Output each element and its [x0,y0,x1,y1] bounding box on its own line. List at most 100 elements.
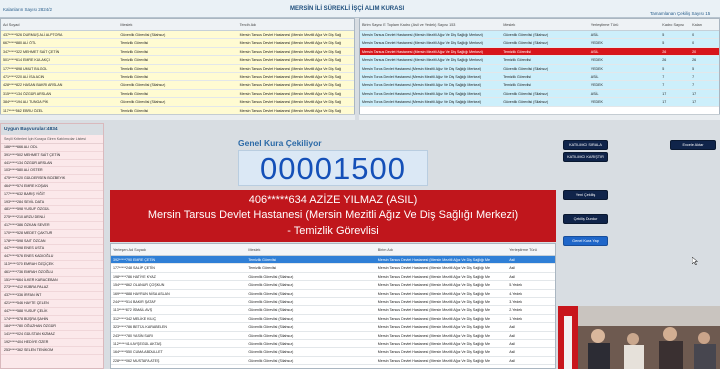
general-draw-button[interactable]: Genel Kura Yap [563,236,608,246]
placement-row[interactable]: 154*****862 OLANUR ÇOŞKUN Güvenlik Görevl… [111,281,555,290]
list-item[interactable]: 177*****632 BARIŞ YİĞİT [1,191,103,199]
unit-row[interactable]: Mersin Tarsus Devlet Hastanesi (Mersin M… [360,47,719,57]
table-cell: Güvenlik Görevlisi (Silahsız) [503,91,549,96]
table-cell: ASİL [590,74,599,79]
unit-row[interactable]: Mersin Tarsus Devlet Hastanesi (Mersin M… [360,56,719,65]
unit-row[interactable]: Mersin Tarsus Devlet Hastanesi (Mersin M… [360,39,719,48]
table-cell: 17 [692,100,697,105]
table-cell: ASİL [590,91,599,96]
list-item[interactable]: 273*****412 KÜBRA PALAZ [1,284,103,293]
eligible-list-subtitle: Seçili Kriterleri İçin Kuraya Giren Katı… [1,135,103,144]
applicant-row[interactable]: 384*****194 ALI TUNGA PİK Güvenlik Görevl… [1,98,354,107]
table-cell: Temizlik Görevlisi [120,58,149,63]
list-item[interactable]: 475*****120 GÜLDERSEN BOZBEYIK [1,175,103,183]
new-draw-button[interactable]: Yeni Çekiliş [563,190,608,200]
table-cell: 26 [662,58,667,63]
list-item[interactable]: 447*****098 ENES USTA [1,245,103,254]
table-cell: Temizlik Görevlisi [248,258,277,262]
camera-overlay-image [558,306,720,369]
applicant-row[interactable]: 437*****526 DURMUŞ ALİ ALPTORA Güvenlik G… [1,31,354,40]
list-item[interactable]: 441*****134 ÖZGÜR ARSLAN [1,160,103,168]
placement-row[interactable]: 112*****414 AYŞEGÜL AKTAŞ Güvenlik Görevl… [111,339,555,349]
placement-row[interactable]: 244*****514 BAKIR ŞATAF Güvenlik Görevlis… [111,297,555,307]
table-cell: Güvenlik Görevlisi (Silahsız) [248,325,294,330]
draw-status-label: Genel Kura Çekiliyor [238,138,322,148]
table-cell: ASİL [590,49,599,54]
sort-participants-button[interactable]: KATILIMCI SIRALA [563,140,608,150]
list-item[interactable]: 275*****210 ARZU DENLİ [1,214,103,222]
applicant-row[interactable]: 667*****880 ALİ ÖTL Temizlik Görevlisi Mer… [1,39,354,48]
placement-row[interactable]: 198*****786 HATİYE KYAZ Güvenlik Görevlis… [111,272,555,282]
unit-row[interactable]: Mersin Toros Devlet Hastanesi (Mersin Me… [360,89,719,99]
table-cell: Mersin Tarsus Devlet Hastanesi (Mersin M… [377,266,490,271]
list-item[interactable]: 178*****598 SAIT ÖZCAN [1,238,103,246]
applicant-row[interactable]: 347*****322 MEHMET SAİT ÇETİN Temizlik Gö… [1,47,354,57]
table-cell: Mersin Tarsus Devlet Hastanesi (Mersin M… [239,108,342,113]
placements-grid-body: 392*****790 EMRE ÇETİN Temizlik Görevlisi… [111,256,555,366]
list-item[interactable]: 253*****362 SELEN TENİKOM [1,347,103,355]
units-grid[interactable]: Birim Sayısı E Toplam Kadro (Asil ve Yed… [359,18,720,120]
unit-row[interactable]: Mersin Toros Devlet Hastanesi (Mersin Me… [360,98,719,107]
list-item[interactable]: 447*****576 ENES KADIOĞLU [1,253,103,261]
placement-row[interactable]: 169*****888 HAYRUN NİSA ASLAN Güvenlik Gö… [111,289,555,298]
table-cell: Mersin Tarsus Devlet Hastanesi (Mersin M… [362,41,483,46]
table-cell: Mersin Tarsus Devlet Hastanesi (Mersin M… [362,58,483,63]
table-cell: Asil [509,341,515,346]
list-item[interactable]: 151*****664 İLKER KARACEBAN [1,277,103,285]
list-item[interactable]: 174*****578 BÜŞRA ŞAHİN [1,316,103,324]
list-item[interactable]: 184*****780 OĞUZHAN ÖZGÜR [1,323,103,332]
horizontal-scrollbar[interactable] [0,114,355,120]
table-cell: Asil [509,274,515,279]
placements-grid[interactable]: Yerleşen Ad Soyadı Meslek Birim Adı Yerl… [110,243,556,369]
applicant-row[interactable]: 177*****898 UMUT BILGOL Temizlik Görevlis… [1,64,354,73]
list-item[interactable]: 391*****502 MEHMET SAİT ÇETİN [1,152,103,160]
applicant-row[interactable]: 501*****614 EMRE KULAKÇI Temizlik Görevli… [1,56,354,65]
placement-row[interactable]: 392*****790 EMRE ÇETİN Temizlik Görevlisi… [111,256,555,265]
list-item[interactable]: 481*****598 YUSUF ÖZGÜL [1,206,103,215]
column-header: Meslek [120,23,133,27]
applicant-row[interactable]: 428*****822 HASAN BAKRI ARSLAN Güvenlik G… [1,81,354,90]
placement-row[interactable]: 113*****872 İSMAİL AVŞ Güvenlik Görevlisi… [111,306,555,315]
placement-row[interactable]: 177*****248 SALİP ÇETİN Temizlik Görevlis… [111,264,555,273]
placement-row[interactable]: 323*****786 BETÜL KARABELEN Güvenlik Göre… [111,323,555,332]
applicant-row[interactable]: 471*****220 ALİ İSA ACIN Temizlik Görevli… [1,72,354,82]
table-cell: Asil [509,358,515,363]
list-item[interactable]: 192*****404 HEDİYE ÖZER [1,339,103,347]
list-item[interactable]: 417*****386 ÖZKAN SEVER [1,222,103,230]
list-item[interactable]: 447*****588 YUSUF ÇELİK [1,308,103,316]
list-item[interactable]: 461*****736 EMRAH ÖZOĞLU [1,269,103,277]
table-cell: 164*****550 CUMA ABDULLET [113,350,163,355]
list-item[interactable]: 141*****024 GÜLSTAN KIZMAZ [1,331,103,339]
export-excel-button[interactable]: Excele Aktar [670,140,716,150]
list-item[interactable]: 193*****284 SEVİL DATA [1,199,103,207]
table-cell: Asil [509,258,515,262]
completed-count-label: Tamamlanan Çekiliş Sayısı 15 [650,11,711,16]
table-cell: 177*****248 SALİP ÇETİN [113,266,155,271]
eligible-list[interactable]: 186*****666 ALI ODL 391*****502 MEHMET SA… [1,144,103,355]
table-cell: Güvenlik Görevlisi (Silahsız) [248,358,294,363]
unit-row[interactable]: Mersin Toros Devlet Hastanesi (Mersin Me… [360,64,719,73]
placement-row[interactable]: 164*****550 CUMA ABDULLET Güvenlik Görevl… [111,348,555,357]
table-cell: Temizlik Görevlisi [503,58,531,63]
list-item[interactable]: 186*****666 ALI ODL [1,144,103,152]
applicant-row[interactable]: 315*****134 ÖZGÜR ARSLAN Temizlik Görevli… [1,89,354,99]
placement-row[interactable]: 243*****780 YASİN SARI Güvenlik Görevlisi… [111,331,555,340]
unit-row[interactable]: Mersin Toros Devlet Hastanesi (Mersin Me… [360,81,719,90]
list-item[interactable]: 113*****370 EMRAH ÖZÇİÇEK [1,261,103,269]
table-cell: YEDEK [590,41,603,46]
table-cell: 26 [692,58,697,63]
app-title: MERSİN İLİ SÜREKLİ İŞÇİ ALIM KURASI [290,6,405,12]
list-item[interactable]: 421*****546 HAYTE ÇELEN [1,300,103,308]
table-cell: 5 [662,33,665,37]
stop-draw-button[interactable]: Çekiliş Durdur [563,214,608,224]
shuffle-participants-button[interactable]: KATILIMCI KARIŞTIR [563,152,608,162]
unit-row[interactable]: Mersin Toros Devlet Hastanesi (Mersin Me… [360,72,719,82]
list-item[interactable]: 464*****574 EMRE KOŞAN [1,183,103,191]
unit-row[interactable]: Mersin Tarsus Devlet Hastanesi (Mersin M… [360,31,719,40]
list-item[interactable]: 103*****580 ALİ OSTER [1,167,103,176]
placement-row[interactable]: 228*****062 MUSTAFA ATEŞ Güvenlik Görevli… [111,356,555,366]
placement-row[interactable]: 312*****342 MELİKE KILIÇ Güvenlik Görevli… [111,314,555,324]
list-item[interactable]: 437*****336 İRFAN İNT [1,292,103,300]
applicants-grid[interactable]: Ad Soyad Meslek Tercih Adı 437*****526 D… [0,18,355,120]
list-item[interactable]: 170*****528 MEDET ÇAKTUR [1,230,103,238]
